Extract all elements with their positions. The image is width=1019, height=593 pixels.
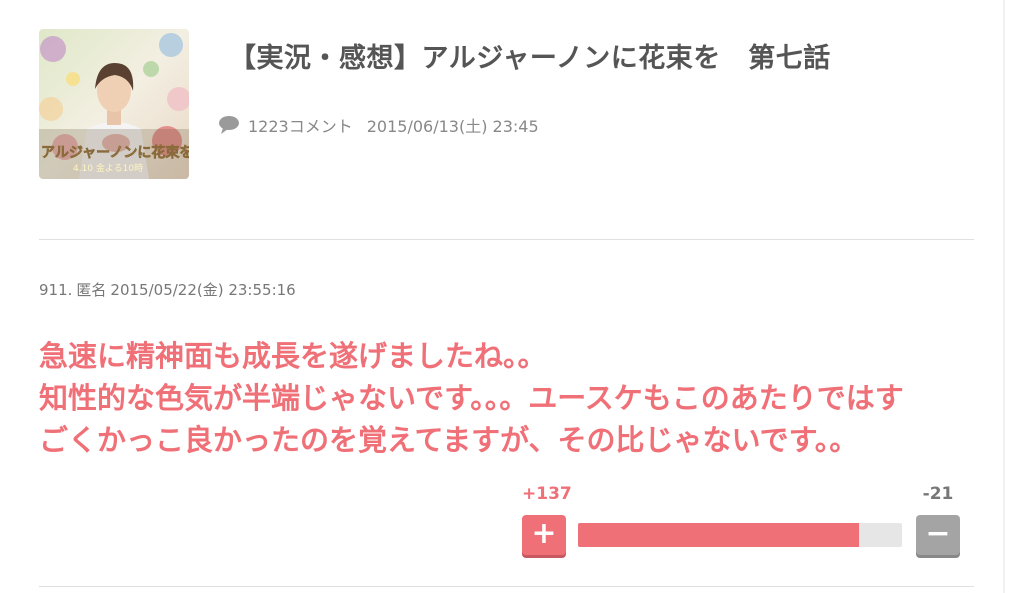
minus-icon: − [925, 516, 951, 551]
comment-header: 911. 匿名 2015/05/22(金) 23:55:16 [39, 279, 300, 300]
divider [39, 586, 974, 587]
article-meta: 1223コメント 2015/06/13(土) 23:45 [218, 114, 539, 136]
page-right-border [1003, 0, 1005, 593]
article-date: 2015/06/13(土) 23:45 [366, 117, 539, 136]
plus-vote-button[interactable]: + [522, 515, 566, 555]
comment-icon [219, 116, 239, 134]
comment-body: 急速に精神面も成長を遂げましたね。。 知性的な色気が半端じゃないです。。。ユース… [39, 335, 989, 461]
divider [39, 239, 974, 240]
minus-vote-count: -21 [922, 484, 954, 504]
article-title[interactable]: 【実況・感想】アルジャーノンに花束を 第七話 [229, 36, 831, 75]
minus-vote-button[interactable]: − [916, 515, 960, 555]
plus-icon: + [531, 516, 557, 551]
comment-line: ごくかっこ良かったのを覚えてますが、その比じゃないです。。 [39, 423, 859, 457]
comment-number: 911. [39, 281, 73, 299]
thumbnail-image: アルジャーノンに花束を 4.10 金よる10時 [39, 29, 189, 179]
comment-count[interactable]: 1223コメント [248, 113, 353, 137]
comment-line: 急速に精神面も成長を遂げましたね。。 [39, 339, 547, 373]
vote-ratio-bar [578, 523, 902, 547]
comment-line: 知性的な色気が半端じゃないです。。。ユースケもこのあたりではす [39, 381, 904, 415]
article-thumbnail[interactable]: アルジャーノンに花束を 4.10 金よる10時 [39, 29, 189, 179]
vote-ratio-fill [578, 523, 859, 547]
thumbnail-caption: アルジャーノンに花束を [41, 144, 189, 161]
thumbnail-subcaption: 4.10 金よる10時 [73, 162, 143, 174]
comment-datetime: 2015/05/22(金) 23:55:16 [110, 281, 296, 299]
comment-author: 匿名 [76, 281, 107, 299]
plus-vote-count: +137 [522, 484, 572, 504]
